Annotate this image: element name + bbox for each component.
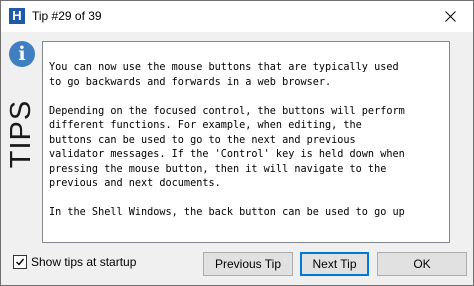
close-icon: [445, 10, 456, 22]
show-tips-checkbox[interactable]: Show tips at startup: [13, 255, 136, 269]
tip-line: previous and next documents.: [49, 178, 221, 189]
tip-line: pressing the mouse button, then it will …: [49, 163, 387, 175]
tip-line: In the Shell Windows, the back button ca…: [49, 207, 405, 218]
tips-label: TIPS: [5, 99, 37, 169]
show-tips-label: Show tips at startup: [31, 255, 137, 269]
window-title: Tip #29 of 39: [32, 9, 102, 23]
title-bar: H Tip #29 of 39: [1, 1, 473, 32]
check-icon: [16, 258, 25, 266]
tip-line: You can now use the mouse buttons that a…: [49, 62, 399, 73]
info-icon: i: [9, 41, 35, 67]
checkbox-box[interactable]: [13, 255, 27, 269]
previous-tip-button[interactable]: Previous Tip: [203, 252, 293, 276]
tip-line: validator messages. If the 'Control' key…: [49, 149, 405, 160]
close-button[interactable]: [428, 1, 473, 31]
tip-dialog: H Tip #29 of 39 i TIPS You can now use t…: [0, 0, 474, 286]
tip-line: buttons can be used to go to the next an…: [49, 134, 356, 146]
next-tip-button[interactable]: Next Tip: [300, 252, 369, 276]
tip-line: different functions. For example, when e…: [49, 120, 362, 131]
tips-sidebar: i TIPS: [3, 33, 39, 245]
ok-button[interactable]: OK: [377, 252, 467, 276]
tip-text-area[interactable]: You can now use the mouse buttons that a…: [42, 41, 450, 243]
tip-content: You can now use the mouse buttons that a…: [49, 61, 405, 221]
tip-line: Depending on the focused control, the bu…: [49, 105, 405, 117]
tip-line: to go backwards and forwards in a web br…: [49, 76, 332, 88]
app-icon: H: [9, 8, 25, 24]
